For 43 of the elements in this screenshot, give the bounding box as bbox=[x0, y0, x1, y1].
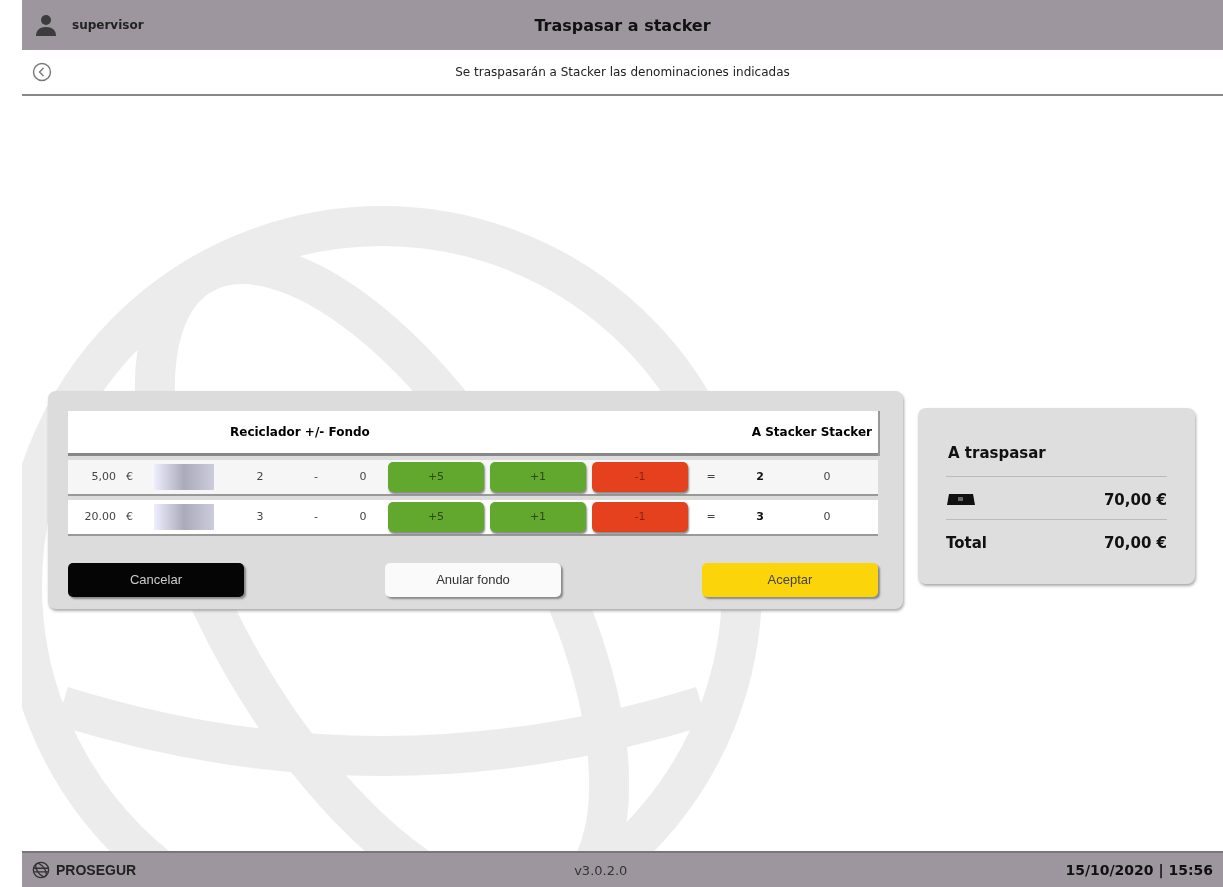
back-icon[interactable] bbox=[32, 62, 52, 82]
recycler-count: 2 bbox=[255, 470, 265, 483]
quantity-button[interactable]: +1 bbox=[490, 461, 586, 492]
banknote-stack-icon bbox=[946, 492, 976, 507]
summary-title: A traspasar bbox=[946, 443, 1167, 477]
notes-amount: 70,00 € bbox=[1103, 490, 1167, 509]
recycler-count: 3 bbox=[255, 510, 265, 523]
column-header: A Stacker Stacker bbox=[751, 424, 872, 439]
quantity-button[interactable]: -1 bbox=[592, 461, 688, 492]
currency-symbol: € bbox=[125, 470, 134, 483]
equals-sign: = bbox=[705, 470, 717, 483]
column-header: Reciclador +/- Fondo bbox=[230, 424, 370, 439]
minus-sign: - bbox=[313, 510, 319, 523]
equals-sign: = bbox=[705, 510, 717, 523]
to-stacker-count: 2 bbox=[755, 470, 765, 483]
screen-title: Traspasar a stacker bbox=[534, 15, 711, 35]
user-icon bbox=[34, 13, 58, 37]
action-button[interactable]: Cancelar bbox=[68, 562, 244, 597]
to-stacker-count: 3 bbox=[755, 510, 765, 523]
brand-name: PROSEGUR bbox=[56, 862, 137, 878]
user-name: supervisor bbox=[72, 18, 144, 32]
currency-symbol: € bbox=[125, 510, 134, 523]
banknote-image bbox=[154, 463, 214, 490]
total-label: Total bbox=[946, 533, 987, 552]
quantity-button[interactable]: +1 bbox=[490, 501, 586, 532]
date-time: 15/10/2020 | 15:56 bbox=[1065, 862, 1213, 878]
quantity-button[interactable]: -1 bbox=[592, 501, 688, 532]
version-text: v3.0.2.0 bbox=[574, 862, 628, 878]
quantity-button[interactable]: +5 bbox=[388, 461, 484, 492]
quantity-button[interactable]: +5 bbox=[388, 501, 484, 532]
banknote-image bbox=[154, 503, 214, 530]
minus-sign: - bbox=[313, 470, 319, 483]
denomination-value: 5,00 bbox=[90, 470, 116, 483]
fund-count: 0 bbox=[358, 510, 368, 523]
globe-logo-icon bbox=[32, 861, 50, 879]
stacker-count: 0 bbox=[822, 510, 832, 523]
denomination-value: 20.00 bbox=[83, 510, 116, 523]
fund-count: 0 bbox=[358, 470, 368, 483]
total-amount: 70,00 € bbox=[1103, 533, 1167, 552]
action-button[interactable]: Anular fondo bbox=[385, 562, 561, 597]
action-button[interactable]: Aceptar bbox=[702, 562, 878, 597]
instruction-text: Se traspasarán a Stacker las denominaciones indicadas bbox=[455, 65, 790, 79]
stacker-count: 0 bbox=[822, 470, 832, 483]
